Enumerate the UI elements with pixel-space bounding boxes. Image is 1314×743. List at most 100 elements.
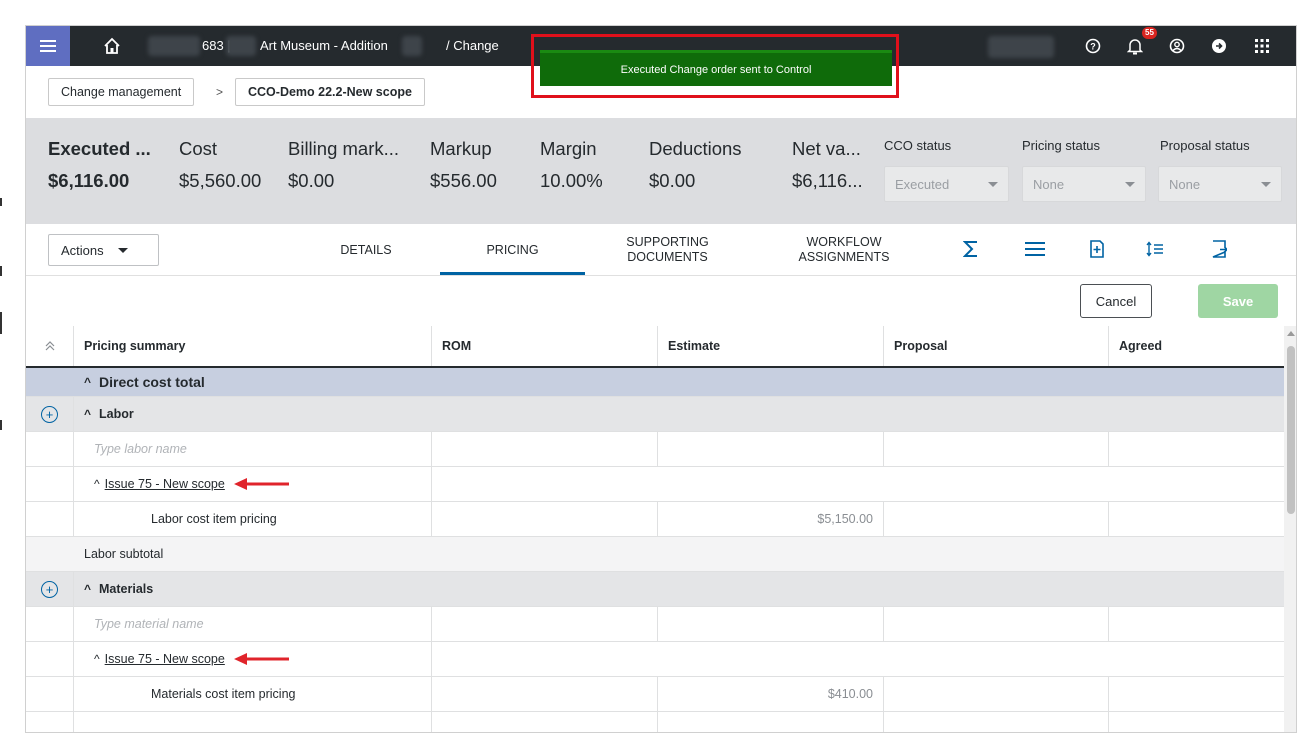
- add-document-icon[interactable]: [1086, 238, 1108, 260]
- scrollbar-thumb[interactable]: [1287, 346, 1295, 514]
- row-gutter: [26, 677, 74, 711]
- agreed-cell[interactable]: [1109, 677, 1284, 711]
- redacted-text: [148, 36, 200, 56]
- sum-icon[interactable]: [960, 238, 982, 260]
- rom-cell[interactable]: [432, 502, 658, 536]
- metric-value-executed: $6,116.00: [48, 170, 130, 191]
- estimate-cell[interactable]: $5,150.00: [658, 502, 884, 536]
- breadcrumb-change-management[interactable]: Change management: [48, 78, 195, 106]
- group-row-direct-cost-total: ^ Direct cost total: [26, 368, 1284, 397]
- column-header-proposal[interactable]: Proposal: [884, 326, 1109, 366]
- metric-label-margin: Margin: [540, 138, 597, 159]
- estimate-cell: [658, 712, 884, 732]
- direct-cost-total-label[interactable]: ^ Direct cost total: [74, 368, 474, 396]
- chevron-up-icon: ^: [94, 477, 100, 491]
- cco-status-select[interactable]: Executed: [884, 166, 1009, 202]
- chevron-up-icon: ^: [94, 652, 100, 666]
- chevron-down-icon: [117, 247, 128, 253]
- pricing-status-select[interactable]: None: [1022, 166, 1146, 202]
- group-label: Materials: [99, 582, 154, 596]
- metric-value-cost: $5,560.00: [179, 170, 262, 191]
- save-button[interactable]: Save: [1198, 284, 1278, 318]
- estimate-cell[interactable]: $410.00: [658, 677, 884, 711]
- hamburger-menu-icon[interactable]: [26, 26, 70, 66]
- annotation-arrow-icon: [233, 653, 289, 665]
- screenshot-frame: 683 | Art Museum - Addition / Change ? 5…: [0, 0, 1314, 743]
- row-gutter: [26, 712, 74, 732]
- chevron-up-icon: ^: [84, 407, 92, 421]
- user-profile-icon[interactable]: [1165, 34, 1189, 58]
- home-icon[interactable]: [102, 36, 122, 56]
- table-row: Materials cost item pricing $410.00: [26, 677, 1284, 712]
- row-gutter: [26, 642, 74, 676]
- cancel-button[interactable]: Cancel: [1080, 284, 1152, 318]
- add-material-icon[interactable]: +: [26, 572, 74, 606]
- table-row: Type material name: [26, 607, 1284, 642]
- agreed-cell[interactable]: [1109, 607, 1284, 641]
- summary-cell: [74, 712, 432, 732]
- rom-cell[interactable]: [432, 677, 658, 711]
- sign-out-icon[interactable]: [1207, 34, 1231, 58]
- metric-label-deductions: Deductions: [649, 138, 742, 159]
- annotation-arrow-icon: [233, 478, 289, 490]
- metric-label-billing-markup: Billing mark...: [288, 138, 400, 159]
- proposal-cell[interactable]: [884, 677, 1109, 711]
- labor-name-input[interactable]: Type labor name: [74, 432, 432, 466]
- column-header-rom[interactable]: ROM: [432, 326, 658, 366]
- group-row-labor: + ^ Labor: [26, 397, 1284, 432]
- chevron-up-icon: ^: [84, 582, 92, 596]
- project-name[interactable]: Art Museum - Addition: [260, 38, 388, 53]
- table-row: Type labor name: [26, 432, 1284, 467]
- chevron-up-icon: ^: [84, 375, 92, 389]
- labor-cost-item-label: Labor cost item pricing: [74, 502, 432, 536]
- cco-status-label: CCO status: [884, 138, 952, 153]
- agreed-cell[interactable]: [1109, 432, 1284, 466]
- rom-cell[interactable]: [432, 607, 658, 641]
- issue-link[interactable]: Issue 75 - New scope: [105, 652, 225, 666]
- column-header-pricing-summary[interactable]: Pricing summary: [74, 326, 432, 366]
- column-header-agreed[interactable]: Agreed: [1109, 326, 1284, 366]
- materials-group-label[interactable]: ^ Materials: [74, 572, 474, 606]
- row-gutter: [26, 467, 74, 501]
- redacted-user: [988, 36, 1054, 58]
- material-name-input[interactable]: Type material name: [74, 607, 432, 641]
- rom-cell[interactable]: [432, 432, 658, 466]
- issue-link-labor[interactable]: ^ Issue 75 - New scope: [74, 467, 432, 501]
- tab-pricing[interactable]: PRICING: [440, 224, 585, 276]
- tab-bar: Actions DETAILS PRICING SUPPORTING DOCUM…: [26, 224, 1296, 276]
- scroll-up-arrow-icon[interactable]: [1287, 329, 1295, 337]
- actions-dropdown[interactable]: Actions: [48, 234, 159, 266]
- table-row: [26, 712, 1284, 732]
- metric-label-net-value: Net va...: [792, 138, 861, 159]
- collapse-all-icon[interactable]: [26, 326, 74, 366]
- proposal-cell[interactable]: [884, 432, 1109, 466]
- edge-mark: [0, 198, 2, 206]
- metric-value-deductions: $0.00: [649, 170, 696, 191]
- proposal-status-label: Proposal status: [1160, 138, 1250, 153]
- proposal-cell[interactable]: [884, 607, 1109, 641]
- tab-details[interactable]: DETAILS: [326, 224, 406, 276]
- rom-cell: [432, 712, 658, 732]
- table-row: Labor cost item pricing $5,150.00: [26, 502, 1284, 537]
- grid-header-row: Pricing summary ROM Estimate Proposal Ag…: [26, 326, 1284, 368]
- metric-label-executed: Executed ...: [48, 138, 151, 159]
- tab-supporting-documents[interactable]: SUPPORTING DOCUMENTS: [620, 224, 715, 276]
- tab-workflow-assignments[interactable]: WORKFLOW ASSIGNMENTS: [790, 224, 898, 276]
- proposal-status-select[interactable]: None: [1158, 166, 1282, 202]
- row-height-icon[interactable]: [1144, 238, 1166, 260]
- help-icon[interactable]: ?: [1081, 34, 1105, 58]
- export-icon[interactable]: [1208, 238, 1230, 260]
- estimate-cell[interactable]: [658, 432, 884, 466]
- list-menu-icon[interactable]: [1024, 238, 1046, 260]
- breadcrumb-current-item[interactable]: CCO-Demo 22.2-New scope: [235, 78, 425, 106]
- estimate-cell[interactable]: [658, 607, 884, 641]
- issue-link-materials[interactable]: ^ Issue 75 - New scope: [74, 642, 432, 676]
- metric-value-markup: $556.00: [430, 170, 497, 191]
- app-grid-icon[interactable]: [1250, 34, 1274, 58]
- add-labor-icon[interactable]: +: [26, 397, 74, 431]
- labor-group-label[interactable]: ^ Labor: [74, 397, 474, 431]
- issue-link[interactable]: Issue 75 - New scope: [105, 477, 225, 491]
- proposal-cell[interactable]: [884, 502, 1109, 536]
- column-header-estimate[interactable]: Estimate: [658, 326, 884, 366]
- agreed-cell[interactable]: [1109, 502, 1284, 536]
